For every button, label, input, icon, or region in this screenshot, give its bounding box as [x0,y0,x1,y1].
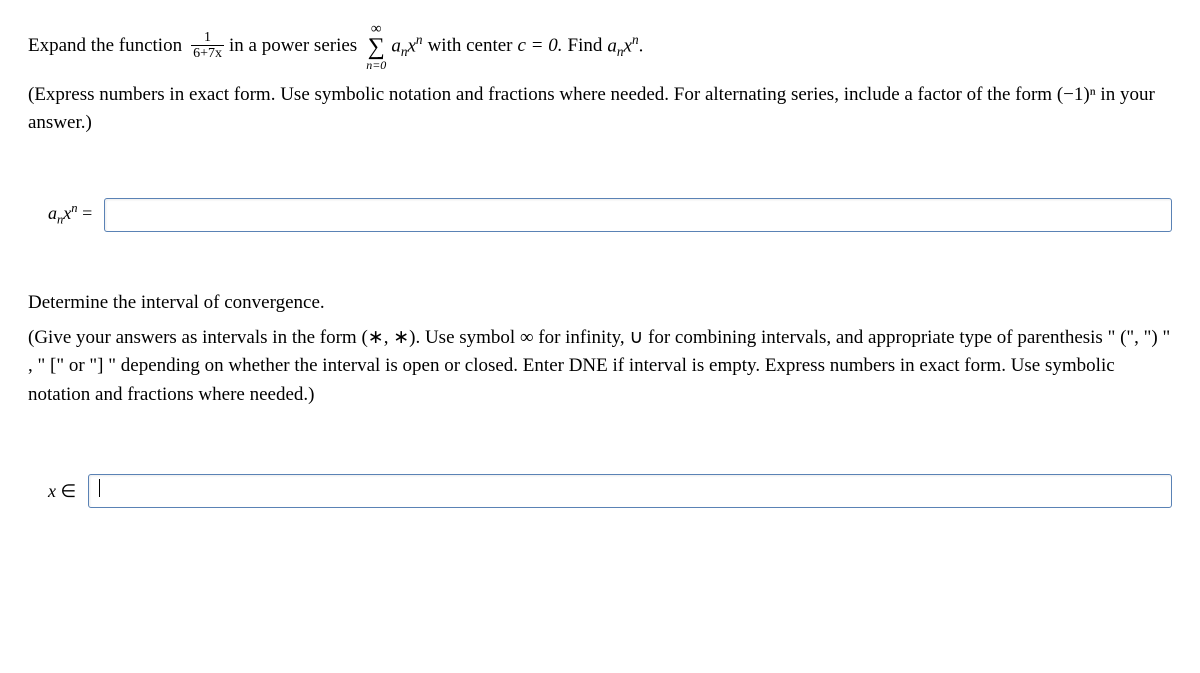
sum-term: anxn [391,32,422,60]
prompt-text-4: Find [568,35,603,57]
sigma-icon: ∑ [368,37,385,59]
question-prompt: Expand the function 1 6+7x in a power se… [28,22,1172,71]
answer-row-1: anxn = [48,198,1172,232]
answer-1-input[interactable] [104,198,1172,232]
center-eq: c = 0. [518,35,563,57]
instructions-1: (Express numbers in exact form. Use symb… [28,81,1172,138]
text-cursor-icon [99,479,100,497]
summation-symbol: ∞ ∑ n=0 [366,22,386,71]
prompt-text-1: Expand the function [28,35,182,57]
answer-row-2: x ∈ [48,474,1172,508]
instructions-2: (Give your answers as intervals in the f… [28,324,1172,410]
answer-1-label: anxn = [48,201,92,228]
prompt-text-2: in a power series [229,35,357,57]
fraction: 1 6+7x [191,30,224,63]
sum-lower: n=0 [366,59,386,71]
answer-2-label: x ∈ [48,481,76,502]
fraction-numerator: 1 [202,30,213,45]
fraction-denominator: 6+7x [191,45,224,63]
prompt-text-3: with center [428,35,513,57]
find-term: anxn. [607,32,643,60]
answer-2-input[interactable] [88,474,1172,508]
question-2-heading: Determine the interval of convergence. [28,292,1172,314]
